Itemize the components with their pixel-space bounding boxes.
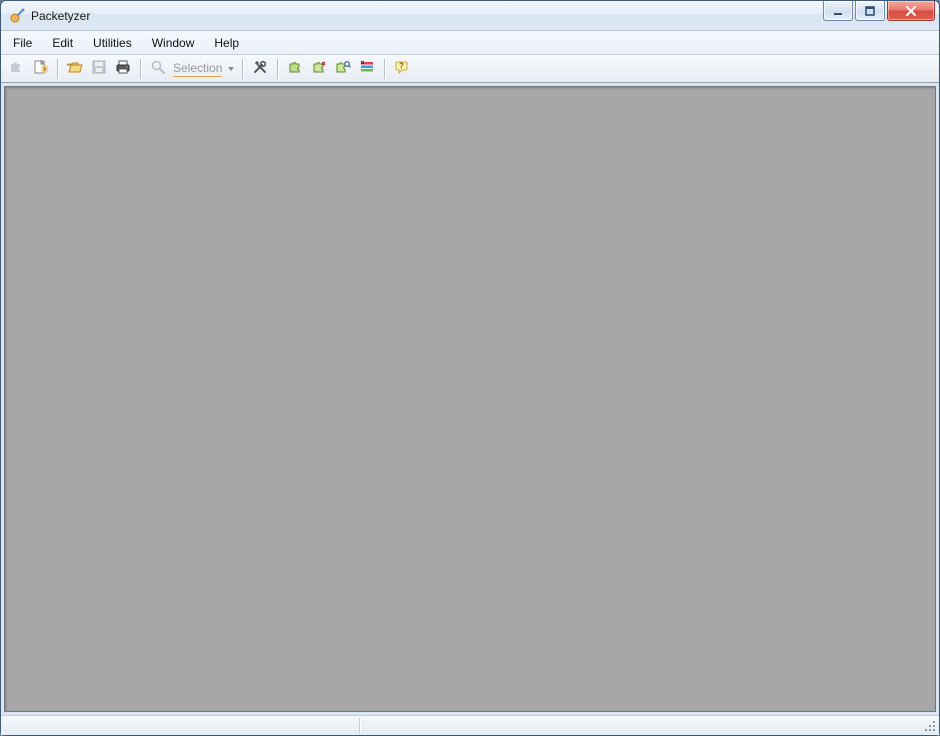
toolbar-separator — [384, 59, 385, 79]
new-document-icon — [32, 59, 48, 78]
puzzle-piece-icon — [311, 59, 327, 78]
selection-dropdown[interactable] — [226, 58, 236, 80]
new-document-button[interactable] — [29, 58, 51, 80]
status-separator — [359, 718, 360, 733]
mdi-workspace — [4, 86, 936, 712]
menu-bar: File Edit Utilities Window Help — [1, 31, 939, 55]
toolbar-separator — [57, 59, 58, 79]
puzzle-piece-icon — [287, 59, 303, 78]
svg-text:?: ? — [399, 62, 404, 71]
color-chart-button[interactable] — [356, 58, 378, 80]
minimize-button[interactable] — [823, 1, 853, 21]
toolbar-separator — [140, 59, 141, 79]
save-button[interactable] — [88, 58, 110, 80]
content-container — [1, 83, 939, 715]
printer-icon — [115, 59, 131, 78]
help-icon: ? — [394, 59, 410, 78]
menu-window[interactable]: Window — [142, 32, 205, 54]
toolbar: Selection — [1, 55, 939, 83]
plugin-2-button[interactable] — [308, 58, 330, 80]
app-icon — [9, 8, 25, 24]
zoom-button[interactable] — [147, 58, 169, 80]
chevron-down-icon — [227, 62, 235, 76]
capture-button[interactable] — [5, 58, 27, 80]
selection-label: Selection — [173, 61, 222, 77]
toolbar-separator — [242, 59, 243, 79]
folder-open-icon — [67, 59, 83, 78]
tools-button[interactable] — [249, 58, 271, 80]
window-controls — [823, 1, 935, 21]
title-bar[interactable]: Packetyzer — [1, 1, 939, 31]
magnifier-icon — [150, 59, 166, 78]
application-window: Packetyzer File Edit Utilities Window He… — [0, 0, 940, 736]
menu-utilities[interactable]: Utilities — [83, 32, 142, 54]
menu-help[interactable]: Help — [204, 32, 249, 54]
close-button[interactable] — [887, 1, 935, 21]
menu-edit[interactable]: Edit — [42, 32, 83, 54]
toolbar-separator — [277, 59, 278, 79]
status-bar — [1, 715, 939, 735]
window-title: Packetyzer — [31, 9, 90, 23]
help-button[interactable]: ? — [391, 58, 413, 80]
plugin-3-button[interactable] — [332, 58, 354, 80]
puzzle-icon — [8, 59, 24, 78]
plugin-1-button[interactable] — [284, 58, 306, 80]
floppy-icon — [91, 59, 107, 78]
crossed-tools-icon — [252, 59, 268, 78]
maximize-button[interactable] — [855, 1, 885, 21]
print-button[interactable] — [112, 58, 134, 80]
puzzle-search-icon — [335, 59, 351, 78]
open-button[interactable] — [64, 58, 86, 80]
color-bars-icon — [359, 59, 375, 78]
resize-grip[interactable] — [923, 719, 937, 733]
menu-file[interactable]: File — [3, 32, 42, 54]
